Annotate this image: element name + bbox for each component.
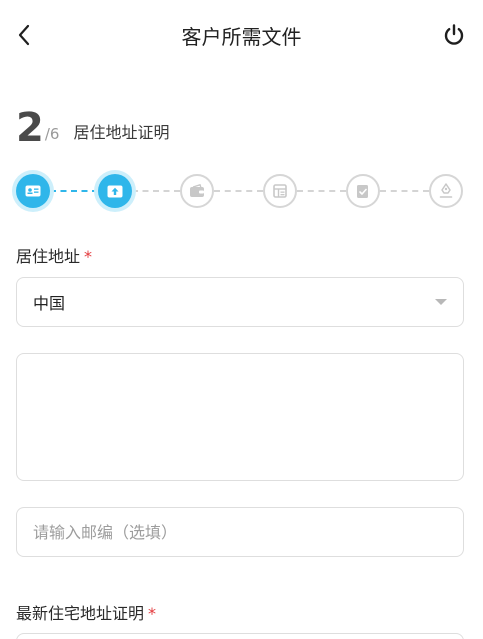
step-3-dot[interactable] (180, 174, 214, 208)
step-connector (214, 190, 263, 192)
step-1-dot[interactable] (16, 174, 50, 208)
step-progress-heading: 2 /6 居住地址证明 (16, 102, 169, 148)
power-button[interactable] (440, 21, 468, 49)
current-step-number: 2 (16, 105, 44, 151)
upload-icon (107, 185, 123, 197)
step-indicator (16, 173, 464, 209)
proof-label-text: 最新住宅地址证明 (16, 604, 145, 623)
step-connector (132, 190, 180, 192)
address-label-text: 居住地址 (16, 247, 81, 266)
proof-upload-box[interactable] (16, 633, 464, 639)
signature-pen-icon (439, 183, 453, 198)
proof-label: 最新住宅地址证明 * (16, 600, 156, 624)
total-steps: /6 (44, 125, 60, 143)
step-2-dot[interactable] (98, 174, 132, 208)
wallet-icon (190, 184, 204, 197)
id-card-icon (25, 185, 41, 197)
country-select[interactable]: 中国 (16, 277, 464, 327)
step-4-dot[interactable] (263, 174, 297, 208)
step-title: 居住地址证明 (73, 123, 170, 142)
country-select-value: 中国 (33, 294, 66, 313)
dropdown-caret-icon (435, 299, 447, 305)
step-connector (297, 190, 346, 192)
address-label: 居住地址 * (16, 243, 92, 267)
app-header: 客户所需文件 (0, 0, 483, 70)
power-icon (444, 24, 464, 45)
form-icon (273, 184, 287, 198)
step-connector (380, 190, 429, 192)
address-detail-textarea[interactable] (16, 353, 464, 481)
step-6-dot[interactable] (429, 174, 463, 208)
postal-code-input[interactable] (16, 507, 464, 557)
step-5-dot[interactable] (346, 174, 380, 208)
required-mark: * (84, 247, 93, 266)
step-connector (50, 190, 98, 192)
page-title: 客户所需文件 (181, 25, 302, 49)
document-edit-icon (357, 184, 368, 198)
required-mark: * (148, 604, 157, 623)
